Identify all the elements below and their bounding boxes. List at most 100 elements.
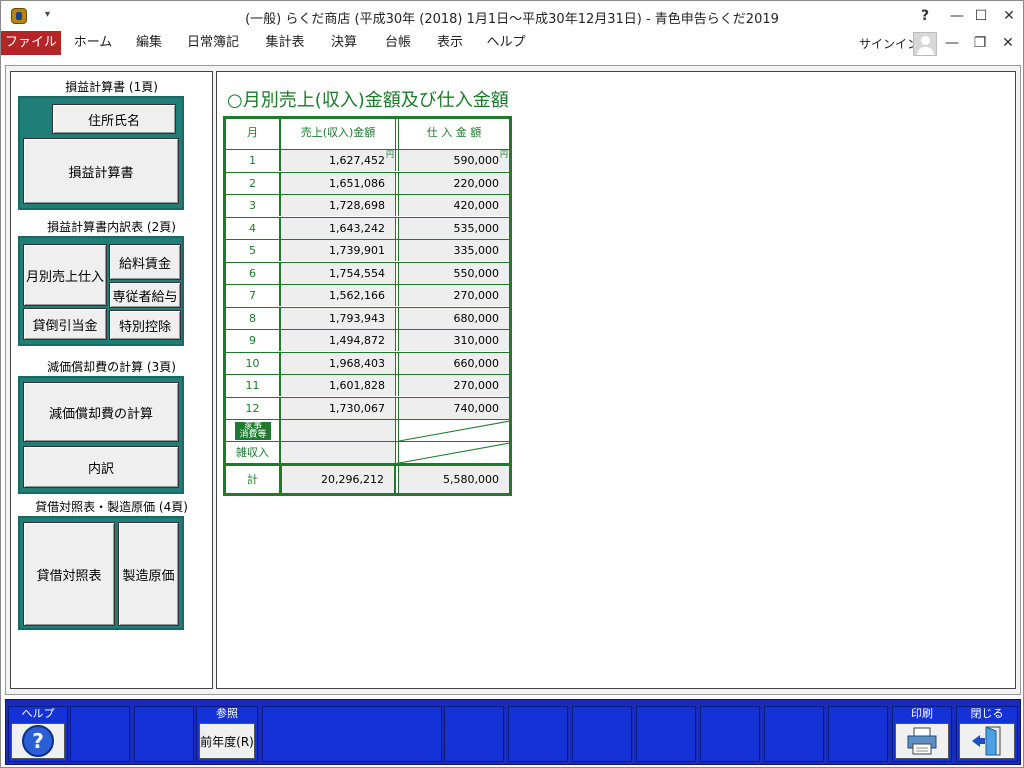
sales-cell[interactable]: 1,651,086 — [280, 172, 396, 194]
menu-closing[interactable]: 決算 — [321, 31, 367, 55]
menu-file[interactable]: ファイル — [1, 31, 61, 55]
purchase-cell[interactable]: 550,000 — [398, 262, 509, 284]
sales-cell[interactable]: 1,739,901 — [280, 240, 396, 261]
table-row: 4 1,643,242 535,000 — [226, 216, 509, 239]
purchase-value: 270,000 — [453, 289, 500, 302]
misc-income-sales-input[interactable] — [280, 442, 396, 463]
fkey-empty-2 — [134, 706, 194, 762]
month-cell: 11 — [226, 375, 280, 396]
depreciation-section-box: 減価償却費の計算 内訳 — [18, 376, 184, 494]
sales-cell[interactable]: 1,494,872 — [280, 330, 396, 351]
doc-restore-button[interactable]: ❐ — [969, 33, 991, 53]
fkey-empty-4 — [444, 706, 504, 762]
yen-unit-mark: 円 — [386, 150, 394, 159]
sales-cell[interactable]: 1,754,554 — [280, 262, 396, 284]
table-row: 7 1,562,166 270,000 — [226, 284, 509, 306]
quick-access-arrow-icon[interactable]: ▾ — [45, 9, 50, 20]
household-use-purchase-na — [398, 420, 510, 442]
sales-value: 1,730,067 — [329, 401, 385, 415]
page-navigation-panel: 損益計算書 (1頁) 住所氏名 損益計算書 損益計算書内訳表 (2頁) 月別売上… — [10, 71, 213, 689]
depreciation-calc-button[interactable]: 減価償却費の計算 — [23, 382, 179, 442]
purchase-value: 550,000 — [453, 266, 500, 280]
sales-cell[interactable]: 1,601,828 — [280, 375, 396, 396]
fkey-print: 印刷 — [892, 706, 952, 762]
table-row-misc-income: 雑収入 — [226, 441, 510, 464]
close-form-button[interactable] — [959, 723, 1015, 759]
purchase-value: 310,000 — [453, 334, 500, 347]
page-title: ○月別売上(収入)金額及び仕入金額 — [227, 90, 509, 111]
menu-home[interactable]: ホーム — [65, 31, 121, 55]
sales-cell[interactable]: 1,643,242 — [280, 217, 396, 239]
doc-close-button[interactable]: ✕ — [997, 33, 1019, 53]
menu-bar: ファイル ホーム 編集 日常簿記 集計表 決算 台帳 表示 ヘルプ サインイン … — [1, 31, 1023, 56]
table-row: 6 1,754,554 550,000 — [226, 261, 509, 284]
purchase-cell[interactable]: 335,000 — [398, 240, 509, 261]
purchase-cell[interactable]: 310,000 — [398, 330, 509, 351]
menu-ledger[interactable]: 台帳 — [375, 31, 421, 55]
purchase-cell[interactable]: 220,000 — [398, 172, 509, 194]
household-use-sales-input[interactable] — [280, 420, 396, 441]
purchase-cell[interactable]: 590,000 円 — [398, 150, 509, 171]
sales-value: 1,728,698 — [329, 199, 385, 212]
help-button[interactable]: ? — [913, 5, 937, 27]
purchase-cell[interactable]: 535,000 — [398, 217, 509, 239]
purchase-value: 420,000 — [453, 199, 500, 212]
sales-value: 1,494,872 — [329, 334, 385, 347]
window-title: (一般) らくだ商店 (平成30年 (2018) 1月1日～平成30年12月31… — [245, 12, 779, 27]
help-button-footer[interactable]: ? — [11, 723, 65, 759]
help-question-icon: ? — [22, 725, 54, 757]
app-icon[interactable] — [11, 8, 27, 24]
menu-daily-bookkeeping[interactable]: 日常簿記 — [181, 31, 245, 55]
purchase-cell[interactable]: 680,000 — [398, 307, 509, 329]
menu-help[interactable]: ヘルプ — [481, 31, 531, 55]
minimize-button[interactable]: — — [945, 5, 969, 27]
depreciation-detail-button[interactable]: 内訳 — [23, 446, 179, 488]
fkey-help-label: ヘルプ — [21, 707, 55, 720]
sales-cell[interactable]: 1,627,452 円 — [280, 150, 396, 171]
purchase-cell[interactable]: 740,000 — [398, 397, 509, 419]
menu-edit[interactable]: 編集 — [125, 31, 173, 55]
balance-sheet-button[interactable]: 貸借対照表 — [23, 522, 115, 626]
title-bar: ▾ (一般) らくだ商店 (平成30年 (2018) 1月1日～平成30年12月… — [1, 1, 1023, 31]
profit-loss-button[interactable]: 損益計算書 — [23, 138, 179, 204]
fkey-close-label: 閉じる — [970, 707, 1004, 720]
salary-wages-button[interactable]: 給料賃金 — [109, 244, 181, 280]
purchase-value: 660,000 — [453, 356, 500, 370]
table-row: 3 1,728,698 420,000 — [226, 194, 509, 216]
menu-summary[interactable]: 集計表 — [257, 31, 313, 55]
sales-cell[interactable]: 1,968,403 — [280, 352, 396, 374]
fkey-print-label: 印刷 — [911, 707, 933, 720]
prev-year-button[interactable]: 前年度(R) — [199, 723, 255, 759]
sales-cell[interactable]: 1,728,698 — [280, 195, 396, 216]
header-purchase: 仕 入 金 額 — [398, 119, 509, 149]
purchase-value: 740,000 — [453, 401, 500, 415]
family-employee-salary-button[interactable]: 専従者給与 — [109, 282, 181, 308]
manufacturing-cost-button[interactable]: 製造原価 — [118, 522, 179, 626]
address-name-button[interactable]: 住所氏名 — [52, 104, 176, 134]
total-purchase: 5,580,000 — [398, 466, 509, 493]
special-deduction-button[interactable]: 特別控除 — [109, 310, 181, 340]
month-cell: 9 — [226, 330, 280, 351]
purchase-cell[interactable]: 420,000 — [398, 195, 509, 216]
maximize-button[interactable]: ☐ — [969, 5, 993, 27]
total-sales: 20,296,212 — [280, 466, 396, 493]
menu-view[interactable]: 表示 — [427, 31, 473, 55]
purchase-cell[interactable]: 660,000 — [398, 352, 509, 374]
purchase-cell[interactable]: 270,000 — [398, 285, 509, 306]
sales-cell[interactable]: 1,793,943 — [280, 307, 396, 329]
table-row: 5 1,739,901 335,000 — [226, 239, 509, 261]
sales-value: 1,754,554 — [329, 266, 385, 280]
avatar[interactable] — [913, 32, 937, 56]
signin-link[interactable]: サインイン — [859, 35, 919, 52]
month-cell: 4 — [226, 217, 280, 239]
fkey-close: 閉じる — [956, 706, 1018, 762]
monthly-sales-purchase-button[interactable]: 月別売上仕入 — [23, 244, 107, 306]
sales-cell[interactable]: 1,562,166 — [280, 285, 396, 306]
section-title-depreciation: 減価償却費の計算 (3頁) — [47, 360, 176, 374]
doc-minimize-button[interactable]: — — [941, 33, 963, 53]
bad-debt-reserve-button[interactable]: 貸倒引当金 — [23, 308, 107, 340]
print-button[interactable] — [895, 723, 949, 759]
sales-cell[interactable]: 1,730,067 — [280, 397, 396, 419]
close-window-button[interactable]: ✕ — [997, 5, 1021, 27]
purchase-cell[interactable]: 270,000 — [398, 375, 509, 396]
